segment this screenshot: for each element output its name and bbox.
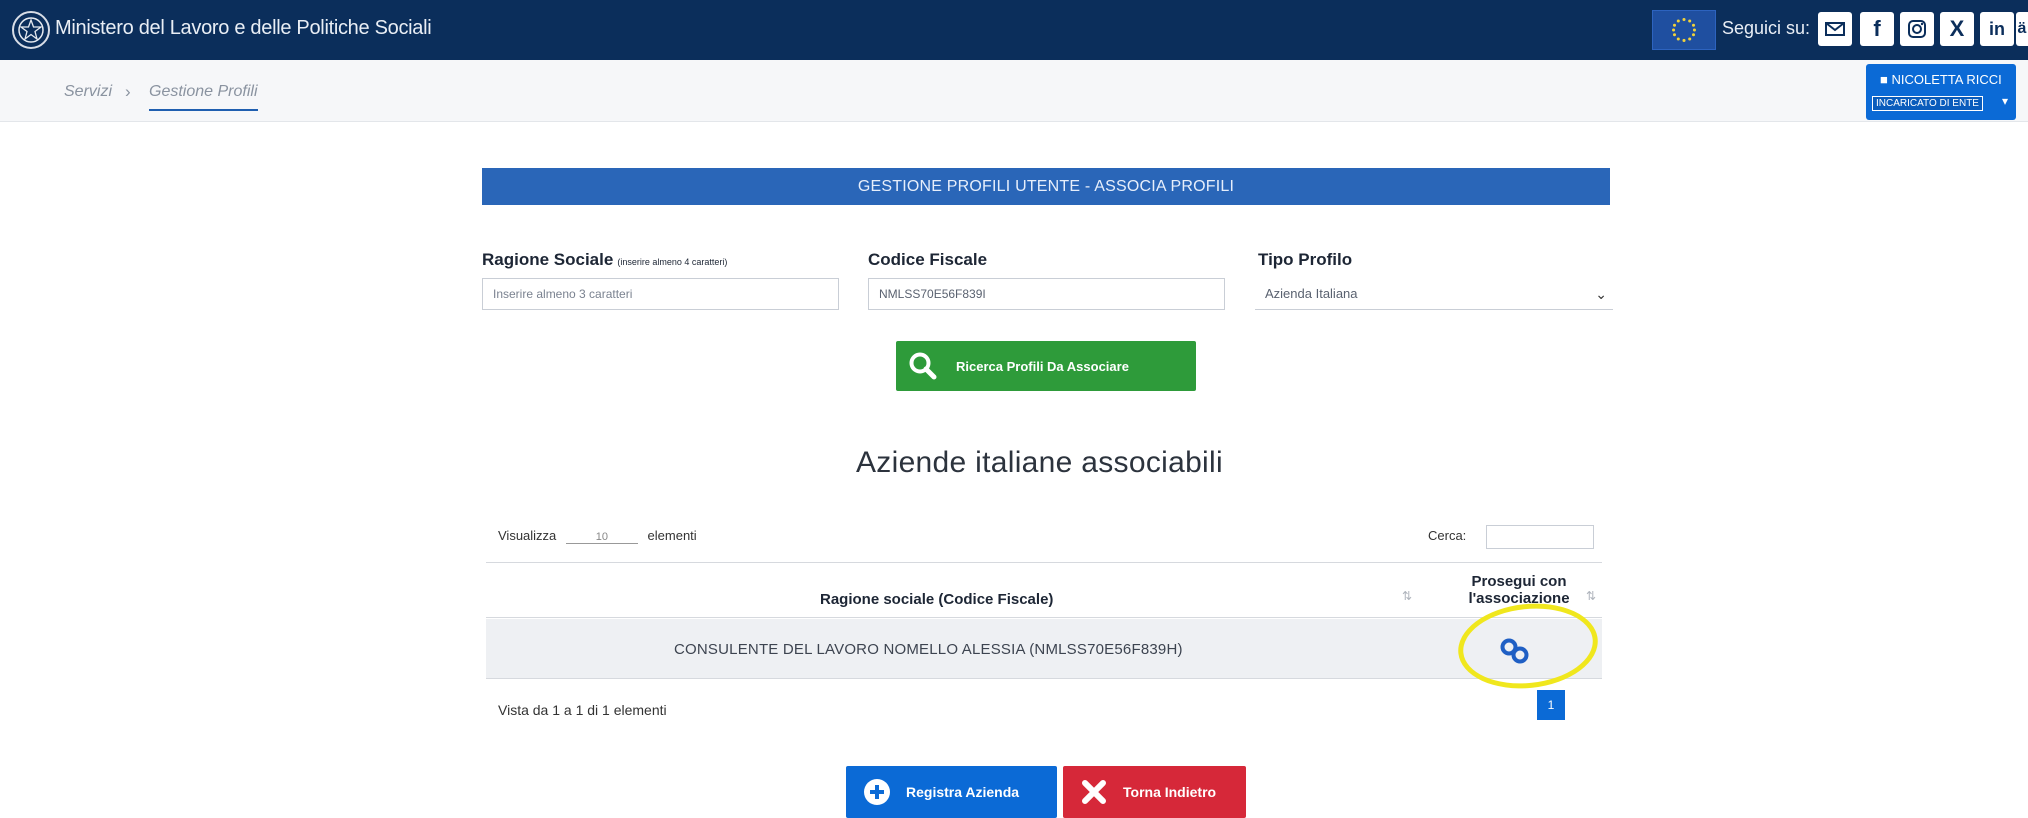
tipo-profilo-select[interactable]: Azienda Italiana ⌄ [1255,278,1613,310]
facebook-icon[interactable]: f [1860,12,1894,46]
register-company-label: Registra Azienda [906,784,1020,800]
instagram-icon[interactable] [1900,12,1934,46]
user-role-badge: INCARICATO DI ENTE [1872,96,1983,111]
chevron-down-icon[interactable]: ▾ [2002,94,2008,108]
breadcrumb-current: Gestione Profili [149,83,258,111]
pagination-page[interactable]: 1 [1537,690,1565,720]
ragione-sociale-hint: (inserire almeno 4 caratteri) [617,257,728,267]
results-title: Aziende italiane associabili [856,446,1223,479]
top-header: Ministero del Lavoro e delle Politiche S… [0,0,2028,60]
column-header-prosegui[interactable]: Prosegui con l'associazione [1444,573,1594,607]
sort-icon[interactable]: ⇅ [1402,589,1412,603]
search-icon [909,352,937,380]
mail-icon[interactable] [1818,12,1852,46]
codice-fiscale-label: Codice Fiscale [868,250,988,269]
x-icon[interactable]: X [1940,12,1974,46]
codice-fiscale-input[interactable]: NMLSS70E56F839I [868,278,1225,310]
close-icon [1082,780,1106,804]
chevron-down-icon: ⌄ [1595,286,1607,302]
extra-social-icon[interactable]: ä [2016,12,2028,46]
user-name: NICOLETTA RICCI [1891,72,2002,87]
plus-circle-icon [864,779,890,805]
table-search-label: Cerca: [1428,528,1467,543]
breadcrumb-bar [0,60,2028,122]
republic-emblem-icon[interactable] [12,11,50,49]
show-prefix: Visualizza [498,528,557,543]
breadcrumb-separator: › [125,82,131,101]
search-profiles-button[interactable]: Ricerca Profili Da Associare [896,341,1196,391]
back-button[interactable]: Torna Indietro [1063,766,1246,818]
tipo-profilo-label: Tipo Profilo [1258,250,1353,269]
ministry-title[interactable]: Ministero del Lavoro e delle Politiche S… [55,17,432,40]
ragione-sociale-label: Ragione Sociale (inserire almeno 4 caratt… [482,250,728,269]
table-info: Vista da 1 a 1 di 1 elementi [498,702,667,718]
column-header-ragione[interactable]: Ragione sociale (Codice Fiscale) [820,591,1053,608]
eu-flag-icon [1652,10,1716,50]
user-menu[interactable]: ■ NICOLETTA RICCI INCARICATO DI ENTE ▾ [1866,64,2016,120]
row-ragione-sociale: CONSULENTE DEL LAVORO NOMELLO ALESSIA (N… [674,641,1183,658]
back-label: Torna Indietro [1123,784,1217,800]
page-length-select[interactable]: 10 [565,531,638,544]
ragione-sociale-input[interactable]: Inserire almeno 3 caratteri [482,278,839,310]
register-company-button[interactable]: Registra Azienda [846,766,1057,818]
page-length-control: Visualizza 10 elementi [498,528,697,544]
breadcrumb-home[interactable]: Servizi [64,83,112,101]
show-suffix: elementi [647,528,697,543]
user-icon: ■ [1880,72,1888,87]
panel-title: GESTIONE PROFILI UTENTE - ASSOCIA PROFIL… [482,168,1610,205]
search-profiles-label: Ricerca Profili Da Associare [956,358,1129,374]
sort-icon[interactable]: ⇅ [1586,589,1596,603]
follow-us-label: Seguici su: [1722,18,1811,38]
table-search-input[interactable] [1486,525,1594,549]
table-row: CONSULENTE DEL LAVORO NOMELLO ALESSIA (N… [486,619,1602,679]
table-header: Ragione sociale (Codice Fiscale) ⇅ Prose… [486,562,1602,618]
tipo-profilo-value: Azienda Italiana [1265,286,1358,301]
linkedin-icon[interactable]: in [1980,12,2014,46]
